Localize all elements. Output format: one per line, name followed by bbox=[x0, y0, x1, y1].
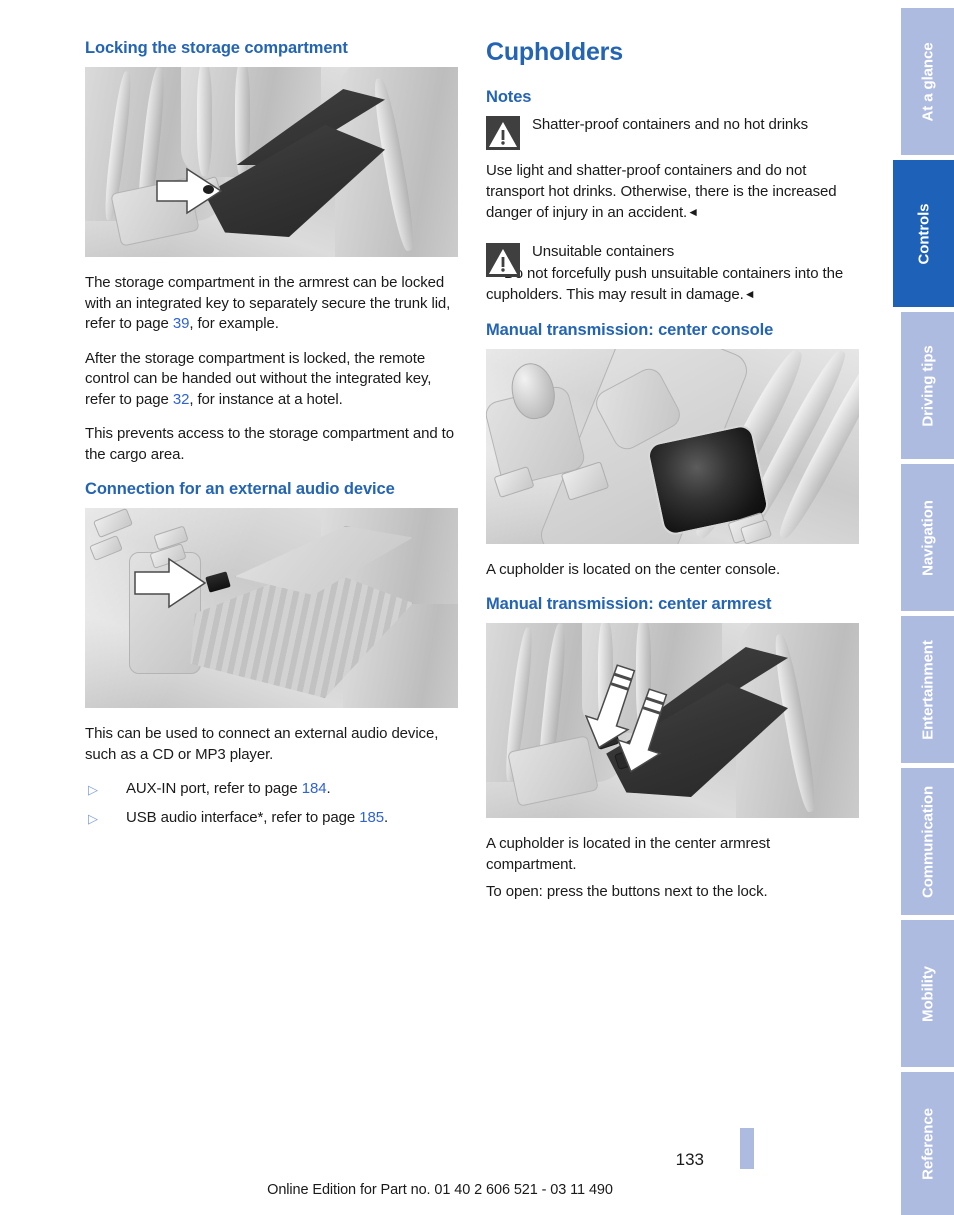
tab-label: Reference bbox=[919, 1107, 936, 1180]
page-reference-184[interactable]: 184 bbox=[302, 780, 327, 797]
tab-navigation[interactable]: Navigation bbox=[901, 464, 954, 611]
list-item-text-end: . bbox=[326, 780, 331, 797]
note-title-row: Unsuitable containers bbox=[486, 242, 859, 277]
page-title: Cupholders bbox=[486, 38, 623, 66]
tab-reference[interactable]: Reference bbox=[901, 1072, 954, 1215]
page-reference-32[interactable]: 32 bbox=[173, 391, 190, 408]
tab-label: Entertainment bbox=[919, 639, 936, 740]
note-body-text: Do not forcefully push unsuitable contai… bbox=[486, 264, 844, 304]
left-column: Locking the storage compartment The stor… bbox=[85, 38, 458, 836]
note-title-row: Shatter-proof containers and no hot drin… bbox=[486, 115, 859, 153]
manual-page: Locking the storage compartment The stor… bbox=[0, 0, 954, 1215]
note-body-text: Use light and shatter-proof containers a… bbox=[486, 162, 837, 221]
warning-icon bbox=[486, 116, 520, 150]
note-end-marker: ◄ bbox=[687, 205, 699, 219]
seat-crease bbox=[197, 67, 212, 176]
tab-label: Mobility bbox=[919, 965, 936, 1022]
audio-connection-list: ▷ AUX-IN port, refer to page 184. ▷ USB au… bbox=[85, 779, 458, 828]
callout-arrow-right bbox=[156, 167, 223, 215]
callout-arrow-down-right bbox=[616, 688, 668, 773]
tab-label: Controls bbox=[915, 203, 932, 264]
tab-driving-tips[interactable]: Driving tips bbox=[901, 312, 954, 459]
tab-communication[interactable]: Communication bbox=[901, 768, 954, 915]
figure-center-armrest-cupholder bbox=[486, 623, 859, 818]
page-reference-39[interactable]: 39 bbox=[173, 315, 190, 332]
tab-entertainment[interactable]: Entertainment bbox=[901, 616, 954, 763]
paragraph-text-end: , for example. bbox=[189, 315, 279, 332]
tab-label: Communication bbox=[919, 785, 936, 898]
paragraph-armrest-cupholder: A cupholder is located in the center arm… bbox=[486, 835, 771, 873]
callout-arrow-right bbox=[134, 557, 207, 609]
paragraph-armrest-open-instruction: To open: press the buttons next to the l… bbox=[486, 883, 768, 900]
list-item-text-end: . bbox=[383, 808, 389, 826]
bullet-triangle-icon: ▷ bbox=[88, 782, 98, 797]
paragraph-audio-device: This can be used to connect an external … bbox=[85, 725, 439, 763]
note-title: Unsuitable containers bbox=[532, 242, 675, 260]
tab-label: Navigation bbox=[919, 499, 936, 576]
note-title: Shatter-proof containers and no hot drin… bbox=[532, 116, 808, 133]
page-number-marker bbox=[740, 1128, 754, 1169]
tab-controls[interactable]: Controls bbox=[893, 160, 954, 307]
heading-locking-storage-compartment: Locking the storage compartment bbox=[85, 39, 348, 57]
right-column: Cupholders Notes Shatter-proof container… bbox=[486, 38, 859, 903]
note-shatter-proof-containers: Shatter-proof containers and no hot drin… bbox=[486, 115, 859, 224]
note-body: Use light and shatter-proof containers a… bbox=[486, 161, 859, 224]
paragraph-console-cupholder: A cupholder is located on the center con… bbox=[486, 560, 781, 578]
lock-cylinder bbox=[203, 185, 214, 194]
list-item-usb-audio: ▷ USB audio interface*, refer to page 185… bbox=[85, 808, 458, 829]
tab-at-a-glance[interactable]: At a glance bbox=[901, 8, 954, 155]
paragraph-remote-control: After the storage compartment is locked,… bbox=[85, 349, 458, 411]
tab-mobility[interactable]: Mobility bbox=[901, 920, 954, 1067]
paragraph-lock-trunk: The storage compartment in the armrest c… bbox=[85, 273, 458, 335]
heading-external-audio-device: Connection for an external audio device bbox=[85, 480, 395, 498]
note-unsuitable-containers: Unsuitable containers Do not forcefully … bbox=[486, 242, 859, 306]
list-item-aux-in: ▷ AUX-IN port, refer to page 184. bbox=[85, 779, 458, 800]
page-number: 133 bbox=[675, 1150, 704, 1169]
figure-locking-storage-compartment bbox=[85, 67, 458, 257]
note-end-marker: ◄ bbox=[743, 287, 756, 301]
note-body: Do not forcefully push unsuitable contai… bbox=[486, 264, 859, 306]
footer-edition-note: Online Edition for Part no. 01 40 2 606 … bbox=[267, 1182, 613, 1198]
heading-manual-transmission-center-armrest: Manual transmission: center armrest bbox=[486, 595, 772, 613]
warning-icon bbox=[486, 242, 520, 277]
figure-center-console-cupholder bbox=[486, 348, 859, 544]
chapter-tab-rail: At a glance Controls Driving tips Naviga… bbox=[893, 0, 954, 1215]
bullet-triangle-icon: ▷ bbox=[88, 810, 98, 826]
list-item-text: USB audio interface*, refer to page bbox=[126, 808, 360, 826]
list-item-text: AUX-IN port, refer to page bbox=[126, 780, 302, 797]
paragraph-prevents-access: This prevents access to the storage comp… bbox=[85, 425, 454, 463]
heading-manual-transmission-center-console: Manual transmission: center console bbox=[486, 320, 774, 339]
tab-label: Driving tips bbox=[919, 344, 936, 427]
figure-external-audio-connection bbox=[85, 508, 458, 708]
paragraph-text-end: , for instance at a hotel. bbox=[189, 390, 343, 408]
tab-label: At a glance bbox=[919, 42, 936, 121]
page-reference-185[interactable]: 185 bbox=[359, 809, 384, 826]
heading-notes: Notes bbox=[486, 88, 532, 106]
